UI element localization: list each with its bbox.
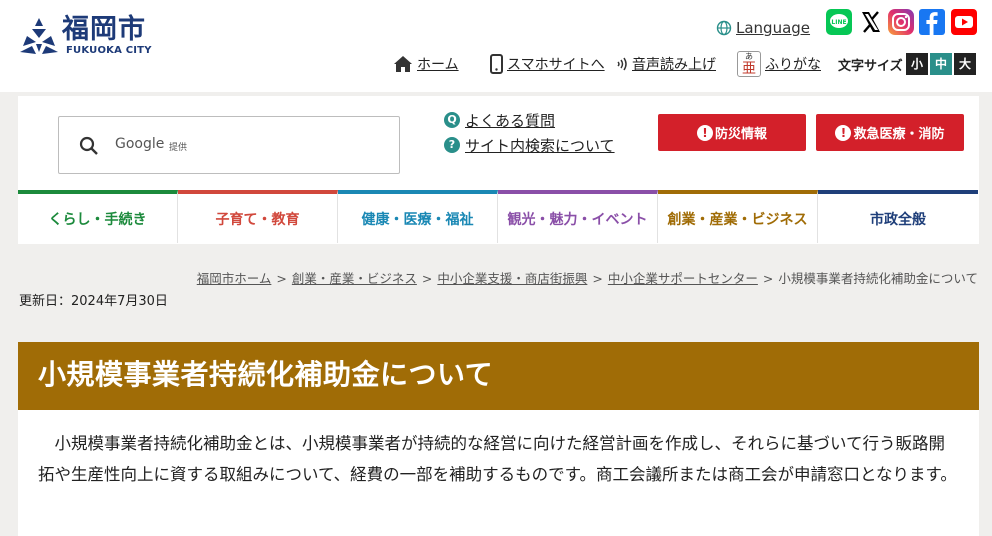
- youtube-icon: [951, 9, 977, 35]
- gnav-item-tourism[interactable]: 観光・魅力・イベント: [498, 190, 658, 243]
- home-icon: [394, 56, 412, 72]
- breadcrumb-separator: >: [592, 271, 603, 286]
- furigana-link[interactable]: あ 亜 ふりがな: [737, 51, 821, 77]
- instagram-link[interactable]: [888, 9, 914, 35]
- breadcrumb-link[interactable]: 福岡市ホーム: [197, 271, 272, 286]
- faq-link[interactable]: Q よくある質問: [444, 110, 555, 130]
- facebook-icon: [919, 9, 945, 35]
- fukuoka-emblem-icon: [20, 18, 58, 54]
- breadcrumb-separator: >: [276, 271, 287, 286]
- furigana-label: ふりがな: [765, 57, 821, 73]
- site-logo-name: 福岡市: [62, 14, 146, 45]
- text-to-speech-label: 音声読み上げ: [632, 57, 716, 73]
- site-header: 福岡市 FUKUOKA CITY Language LINE ホーム スマホサイ…: [0, 0, 992, 92]
- furigana-icon-char: 亜: [742, 61, 756, 77]
- gnav-item-health[interactable]: 健康・医療・福祉: [338, 190, 498, 243]
- updated-date: 更新日：2024年7月30日: [19, 294, 168, 309]
- breadcrumb-current: 小規模事業者持続化補助金について: [778, 271, 978, 286]
- line-link[interactable]: LINE: [826, 9, 852, 35]
- gnav-label: 観光・魅力・イベント: [507, 211, 648, 228]
- text-to-speech-link[interactable]: 音声読み上げ: [616, 52, 716, 76]
- language-label: Language: [736, 19, 811, 37]
- gnav-label: 創業・産業・ビジネス: [667, 211, 808, 228]
- gnav-item-childcare[interactable]: 子育て・教育: [178, 190, 338, 243]
- search-icon: [79, 136, 98, 155]
- x-logo-icon: [862, 11, 880, 33]
- faq-label: よくある質問: [465, 111, 556, 130]
- sound-wave-icon: [617, 57, 627, 71]
- page-title: 小規模事業者持続化補助金について: [38, 358, 494, 391]
- gnav-label: くらし・手続き: [48, 211, 147, 228]
- line-icon: LINE: [826, 9, 852, 35]
- svg-text:LINE: LINE: [831, 19, 846, 26]
- search-provided-by: 提供: [169, 143, 188, 153]
- smartphone-site-link[interactable]: スマホサイトへ: [490, 52, 605, 76]
- intro-paragraph: 小規模事業者持続化補助金とは、小規模事業者が持続的な経営に向けた経営計画を作成し…: [38, 434, 957, 484]
- search-provider-label: Google: [115, 136, 165, 152]
- emergency-medical-button[interactable]: ! 救急医療・消防: [816, 114, 964, 151]
- site-logo[interactable]: 福岡市 FUKUOKA CITY: [18, 14, 158, 60]
- disaster-info-button[interactable]: ! 防災情報: [658, 114, 806, 151]
- home-label: ホーム: [417, 57, 459, 73]
- gnav-label: 子育て・教育: [215, 211, 300, 228]
- home-link[interactable]: ホーム: [393, 52, 459, 76]
- breadcrumb-separator: >: [421, 271, 433, 286]
- youtube-link[interactable]: [951, 9, 977, 35]
- alert-icon: !: [696, 124, 713, 141]
- gnav-label: 市政全般: [870, 211, 926, 228]
- about-search-label: サイト内検索について: [465, 136, 615, 155]
- breadcrumb-link[interactable]: 中小企業サポートセンター: [608, 271, 758, 286]
- gnav-item-living[interactable]: くらし・手続き: [18, 190, 178, 243]
- faq-q-icon: Q: [444, 112, 460, 128]
- gnav-label: 健康・医療・福祉: [361, 211, 474, 228]
- breadcrumb-separator: >: [762, 271, 774, 286]
- question-icon: ?: [444, 137, 460, 153]
- language-link[interactable]: Language: [716, 18, 810, 38]
- furigana-icon: あ 亜: [737, 51, 761, 77]
- emergency-medical-label: 救急医療・消防: [853, 127, 945, 142]
- site-logo-subtitle: FUKUOKA CITY: [66, 45, 152, 56]
- site-search-box[interactable]: Google 提供: [58, 116, 400, 174]
- about-search-link[interactable]: ? サイト内検索について: [444, 135, 615, 155]
- breadcrumb: 福岡市ホーム > 創業・産業・ビジネス > 中小企業支援・商店街振興 > 中小企業サポートセ…: [197, 268, 978, 287]
- main-content: 小規模事業者持続化補助金とは、小規模事業者が持続的な経営に向けた経営計画を作成し…: [18, 410, 979, 536]
- smartphone-site-label: スマホサイトへ: [507, 57, 605, 73]
- global-nav: くらし・手続き 子育て・教育 健康・医療・福祉 観光・魅力・イベント 創業・産業…: [18, 190, 979, 243]
- furigana-icon-ruby: あ: [745, 52, 753, 61]
- facebook-link[interactable]: [919, 9, 945, 35]
- x-link[interactable]: [858, 9, 884, 35]
- page-title-bar: 小規模事業者持続化補助金について: [18, 342, 979, 410]
- breadcrumb-link[interactable]: 中小企業支援・商店街振興: [437, 271, 587, 286]
- gnav-item-city-admin[interactable]: 市政全般: [818, 190, 978, 243]
- font-size-small-button[interactable]: 小: [906, 53, 928, 75]
- alert-icon: !: [835, 124, 852, 141]
- instagram-icon: [888, 9, 914, 35]
- disaster-info-label: 防災情報: [714, 127, 767, 142]
- font-size-large-button[interactable]: 大: [954, 53, 976, 75]
- font-size-medium-button[interactable]: 中: [930, 53, 952, 75]
- gnav-item-business[interactable]: 創業・産業・ビジネス: [658, 190, 818, 243]
- smartphone-icon: [490, 54, 503, 74]
- globe-icon: [716, 20, 732, 36]
- breadcrumb-link[interactable]: 創業・産業・ビジネス: [292, 271, 417, 286]
- font-size-label: 文字サイズ: [838, 59, 903, 74]
